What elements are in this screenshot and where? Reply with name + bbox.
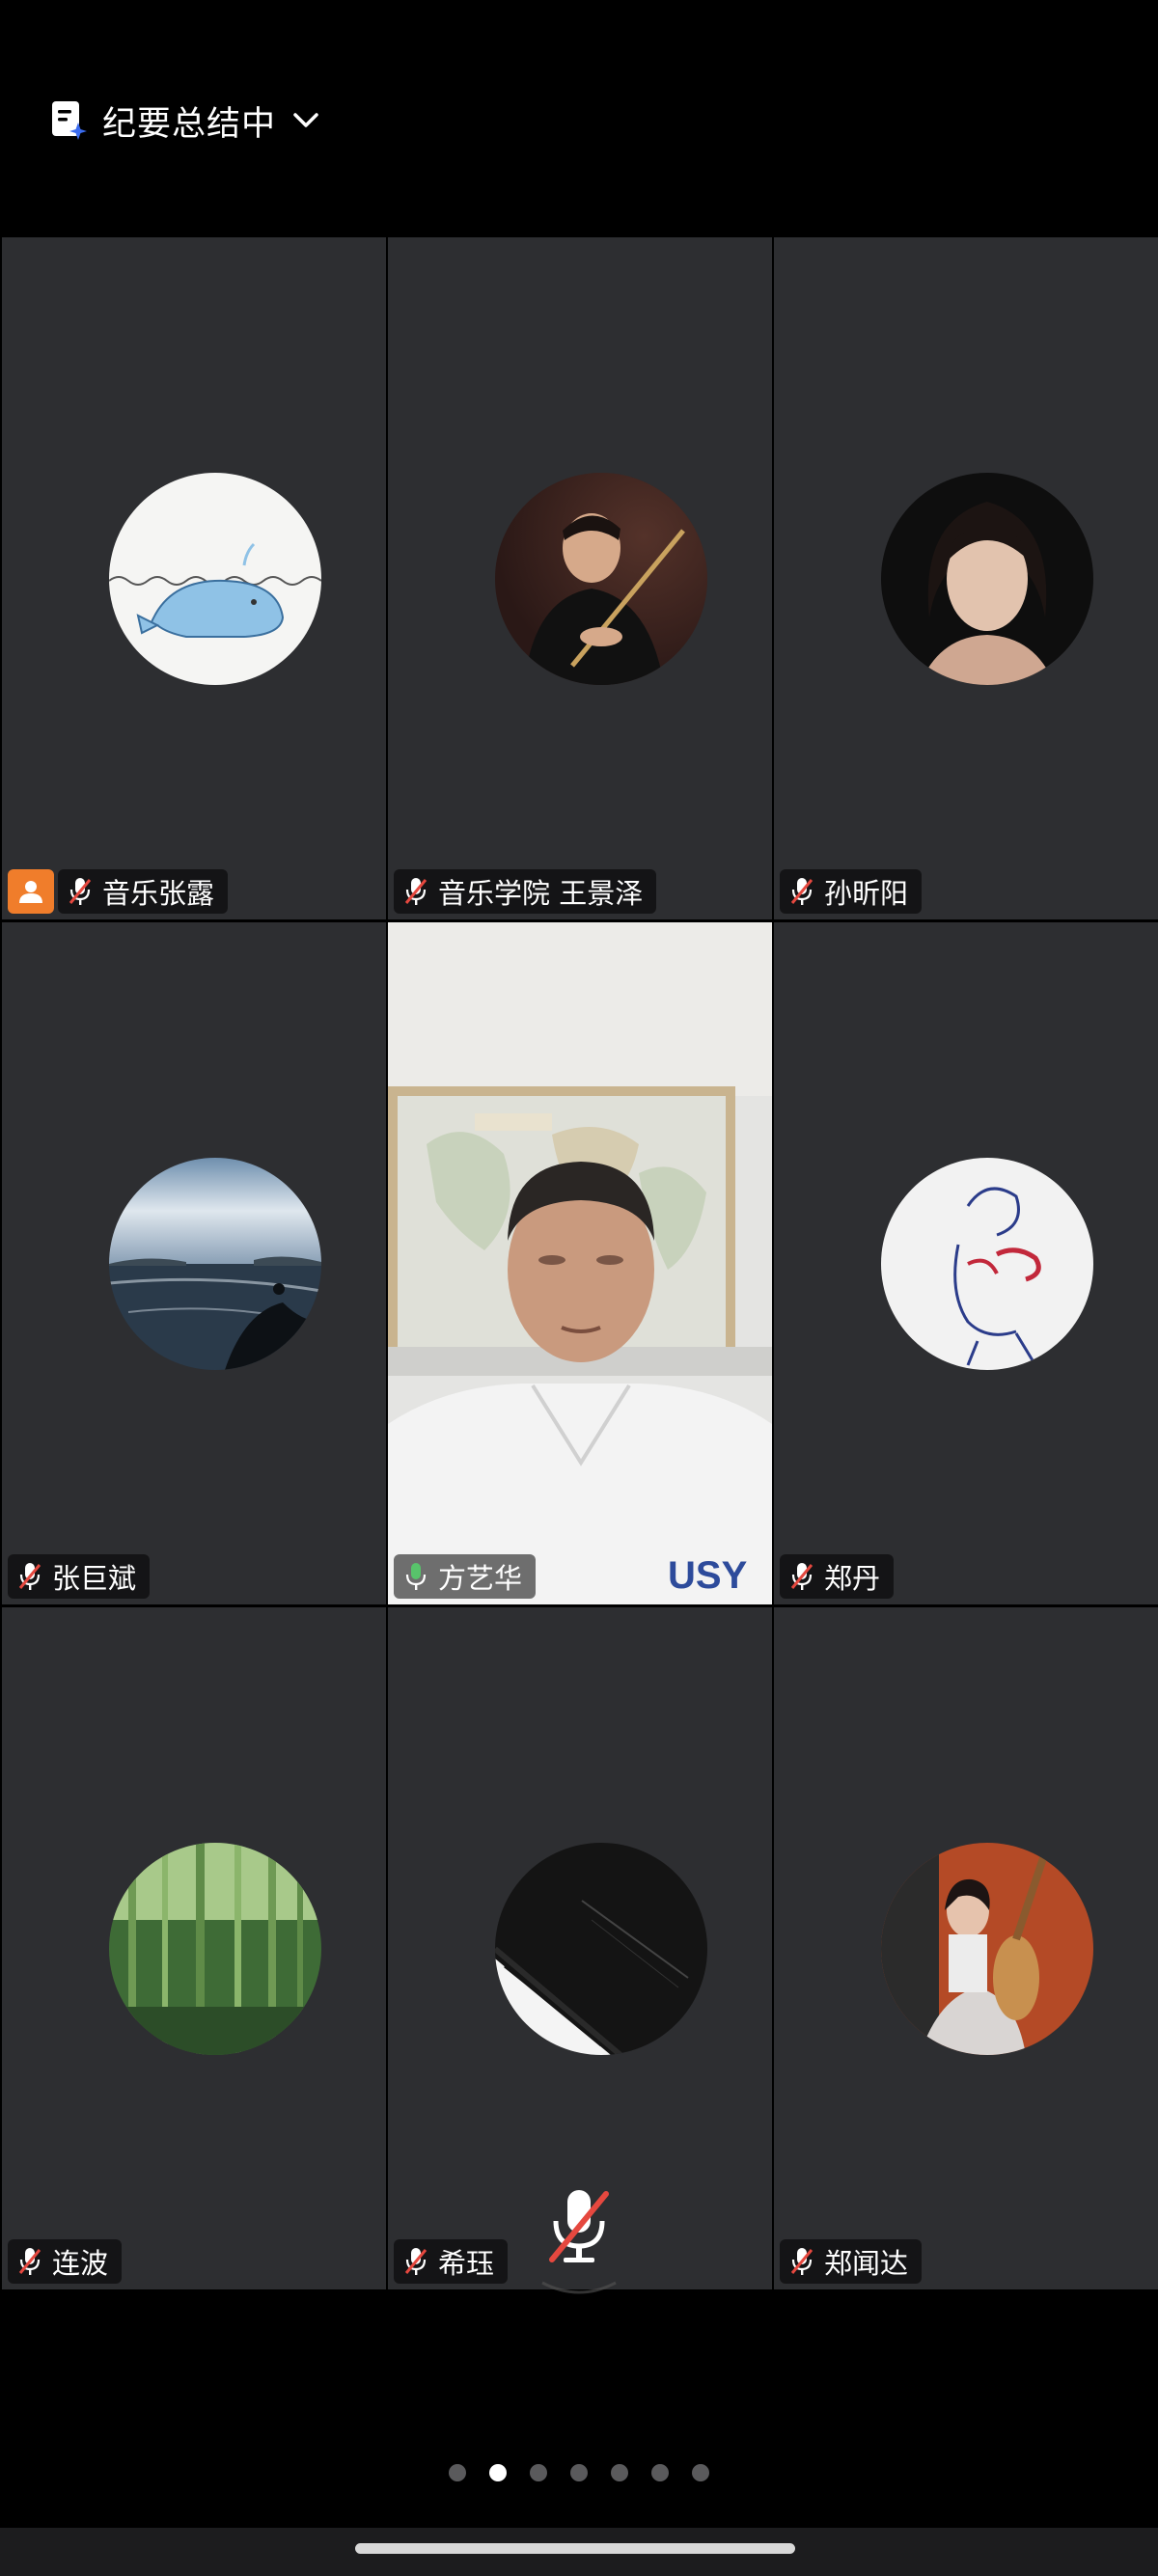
participant-name-tag: 希珏 <box>394 2239 509 2284</box>
participant-name: 音乐张露 <box>102 877 215 910</box>
mic-off-icon <box>790 1563 813 1590</box>
participant-name-tag: 连波 <box>8 2239 123 2284</box>
mic-off-icon <box>18 2248 41 2275</box>
participant-name-tag: 孙昕阳 <box>780 869 923 914</box>
host-person-icon <box>19 881 42 903</box>
participant-video: USY <box>388 922 772 1604</box>
mic-off-icon <box>18 1563 41 1590</box>
page-dot[interactable] <box>651 2464 669 2481</box>
mic-off-icon <box>541 2190 617 2294</box>
participant-name: 张巨斌 <box>52 1562 137 1595</box>
page-dot[interactable] <box>692 2464 709 2481</box>
meeting-summary-button[interactable]: 纪要总结中 <box>50 96 322 145</box>
avatar <box>109 473 321 685</box>
participant-tile-active-speaker[interactable]: USY 方艺华 <box>388 922 772 1604</box>
participant-name-tag: 张巨斌 <box>8 1554 151 1599</box>
participant-name: 连波 <box>52 2247 109 2280</box>
home-indicator[interactable] <box>355 2543 795 2554</box>
system-nav-bar <box>0 2528 1158 2576</box>
participant-tile[interactable]: 郑闻达 <box>774 1607 1158 2289</box>
participant-tile[interactable]: 连波 <box>2 1607 386 2289</box>
participant-name: 郑丹 <box>824 1562 881 1595</box>
participant-name: 孙昕阳 <box>824 877 909 910</box>
page-dot[interactable] <box>530 2464 547 2481</box>
page-dot[interactable] <box>611 2464 628 2481</box>
avatar <box>495 1843 707 2055</box>
mic-off-icon <box>69 878 92 905</box>
summary-status-label: 纪要总结中 <box>102 104 277 144</box>
participant-name-tag: 音乐张露 <box>58 869 229 914</box>
avatar <box>109 1158 321 1370</box>
mic-toggle-button[interactable] <box>521 2169 637 2294</box>
participant-name-tag: 郑丹 <box>780 1554 895 1599</box>
participant-grid: 音乐张露 音乐学院 王景泽 孙昕阳 张巨斌 USY 方艺华 郑丹 连波 希珏 郑… <box>0 235 1158 2290</box>
participant-name-tag: 方艺华 <box>394 1554 537 1599</box>
participant-tile[interactable]: 张巨斌 <box>2 922 386 1604</box>
participant-name-tag: 音乐学院 王景泽 <box>394 869 657 914</box>
avatar <box>109 1843 321 2055</box>
page-dot-active[interactable] <box>489 2464 507 2481</box>
avatar <box>881 1158 1093 1370</box>
avatar <box>881 1843 1093 2055</box>
participant-name: 音乐学院 王景泽 <box>438 877 644 910</box>
participant-name-tag: 郑闻达 <box>780 2239 923 2284</box>
mic-on-icon <box>405 1563 427 1590</box>
top-bar: 纪要总结中 <box>0 0 1158 235</box>
avatar <box>495 473 707 685</box>
ai-document-icon <box>50 99 89 142</box>
page-dot[interactable] <box>570 2464 588 2481</box>
participant-name: 希珏 <box>438 2247 495 2280</box>
mic-off-icon <box>790 878 813 905</box>
page-indicator[interactable] <box>0 2458 1158 2487</box>
page-dot[interactable] <box>449 2464 466 2481</box>
mic-off-icon <box>404 2248 427 2275</box>
participant-tile[interactable]: 郑丹 <box>774 922 1158 1604</box>
participant-tile[interactable]: 音乐张露 <box>2 237 386 919</box>
participant-name: 方艺华 <box>438 1562 523 1595</box>
mic-off-icon <box>404 878 427 905</box>
host-badge <box>8 869 54 914</box>
participant-tile[interactable]: 音乐学院 王景泽 <box>388 237 772 919</box>
participant-name: 郑闻达 <box>824 2247 909 2280</box>
chevron-down-icon[interactable] <box>290 104 322 137</box>
participant-tile[interactable]: 孙昕阳 <box>774 237 1158 919</box>
mic-off-icon <box>790 2248 813 2275</box>
avatar <box>881 473 1093 685</box>
svg-text:USY: USY <box>668 1554 748 1597</box>
